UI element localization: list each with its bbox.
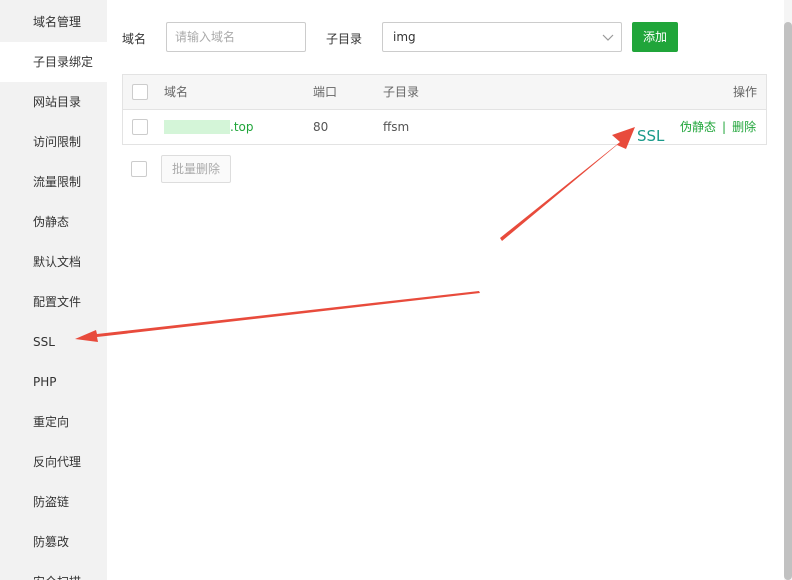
domain-input[interactable] [167,23,305,51]
subdir-label: 子目录 [326,32,363,46]
batch-delete-button[interactable]: 批量删除 [161,155,231,183]
redacted-domain-name [164,119,230,134]
column-header-actions: 操作 [733,85,758,99]
table-row: .top 80 ffsm 伪静态 | 删除 [123,110,766,144]
column-header-port: 端口 [313,85,338,99]
sidebar: 域名管理 子目录绑定 网站目录 访问限制 流量限制 伪静态 默认文档 配置文件 … [0,0,107,580]
domain-label: 域名 [122,32,147,46]
sidebar-item-site-directory[interactable]: 网站目录 [0,82,107,122]
column-header-domain: 域名 [164,85,189,99]
delete-action-link[interactable]: 删除 [732,120,756,134]
ssl-annotation-text: SSL [637,127,665,145]
sidebar-item-default-document[interactable]: 默认文档 [0,242,107,282]
column-header-subdir: 子目录 [383,85,420,99]
sidebar-item-ssl[interactable]: SSL [0,322,107,362]
sidebar-item-redirect[interactable]: 重定向 [0,402,107,442]
sidebar-item-domain-management[interactable]: 域名管理 [0,2,107,42]
scrollbar-thumb[interactable] [784,22,792,580]
main-panel: 域名 子目录 img 添加 域名 端口 子目录 操作 .top 80 ffsm … [107,0,792,580]
batch-select-checkbox[interactable] [131,161,147,177]
scrollbar-track[interactable] [784,0,792,580]
add-button[interactable]: 添加 [632,22,678,52]
row-checkbox[interactable] [132,119,148,135]
sidebar-item-php[interactable]: PHP [0,362,107,402]
subdir-select-value: img [393,30,416,44]
select-all-checkbox[interactable] [132,84,148,100]
subdir-binding-table: 域名 端口 子目录 操作 .top 80 ffsm 伪静态 | 删除 [122,74,767,145]
row-domain[interactable]: .top [164,110,253,144]
sidebar-item-reverse-proxy[interactable]: 反向代理 [0,442,107,482]
domain-input-wrapper [166,22,306,52]
table-header: 域名 端口 子目录 操作 [123,75,766,110]
sidebar-item-access-restriction[interactable]: 访问限制 [0,122,107,162]
sidebar-item-security-scan[interactable]: 安全扫描 [0,562,107,580]
row-subdir: ffsm [383,120,410,134]
sidebar-item-rewrite[interactable]: 伪静态 [0,202,107,242]
sidebar-item-tamper-protection[interactable]: 防篡改 [0,522,107,562]
sidebar-item-hotlink-protection[interactable]: 防盗链 [0,482,107,522]
rewrite-action-link[interactable]: 伪静态 [680,120,716,134]
row-port: 80 [313,120,329,134]
chevron-down-icon [602,34,614,41]
subdir-select[interactable]: img [382,22,622,52]
row-actions: 伪静态 | 删除 [680,110,756,144]
sidebar-item-config-file[interactable]: 配置文件 [0,282,107,322]
domain-suffix: .top [230,120,254,134]
action-separator: | [722,120,727,134]
sidebar-item-subdirectory-binding[interactable]: 子目录绑定 [0,42,107,82]
sidebar-item-traffic-limit[interactable]: 流量限制 [0,162,107,202]
